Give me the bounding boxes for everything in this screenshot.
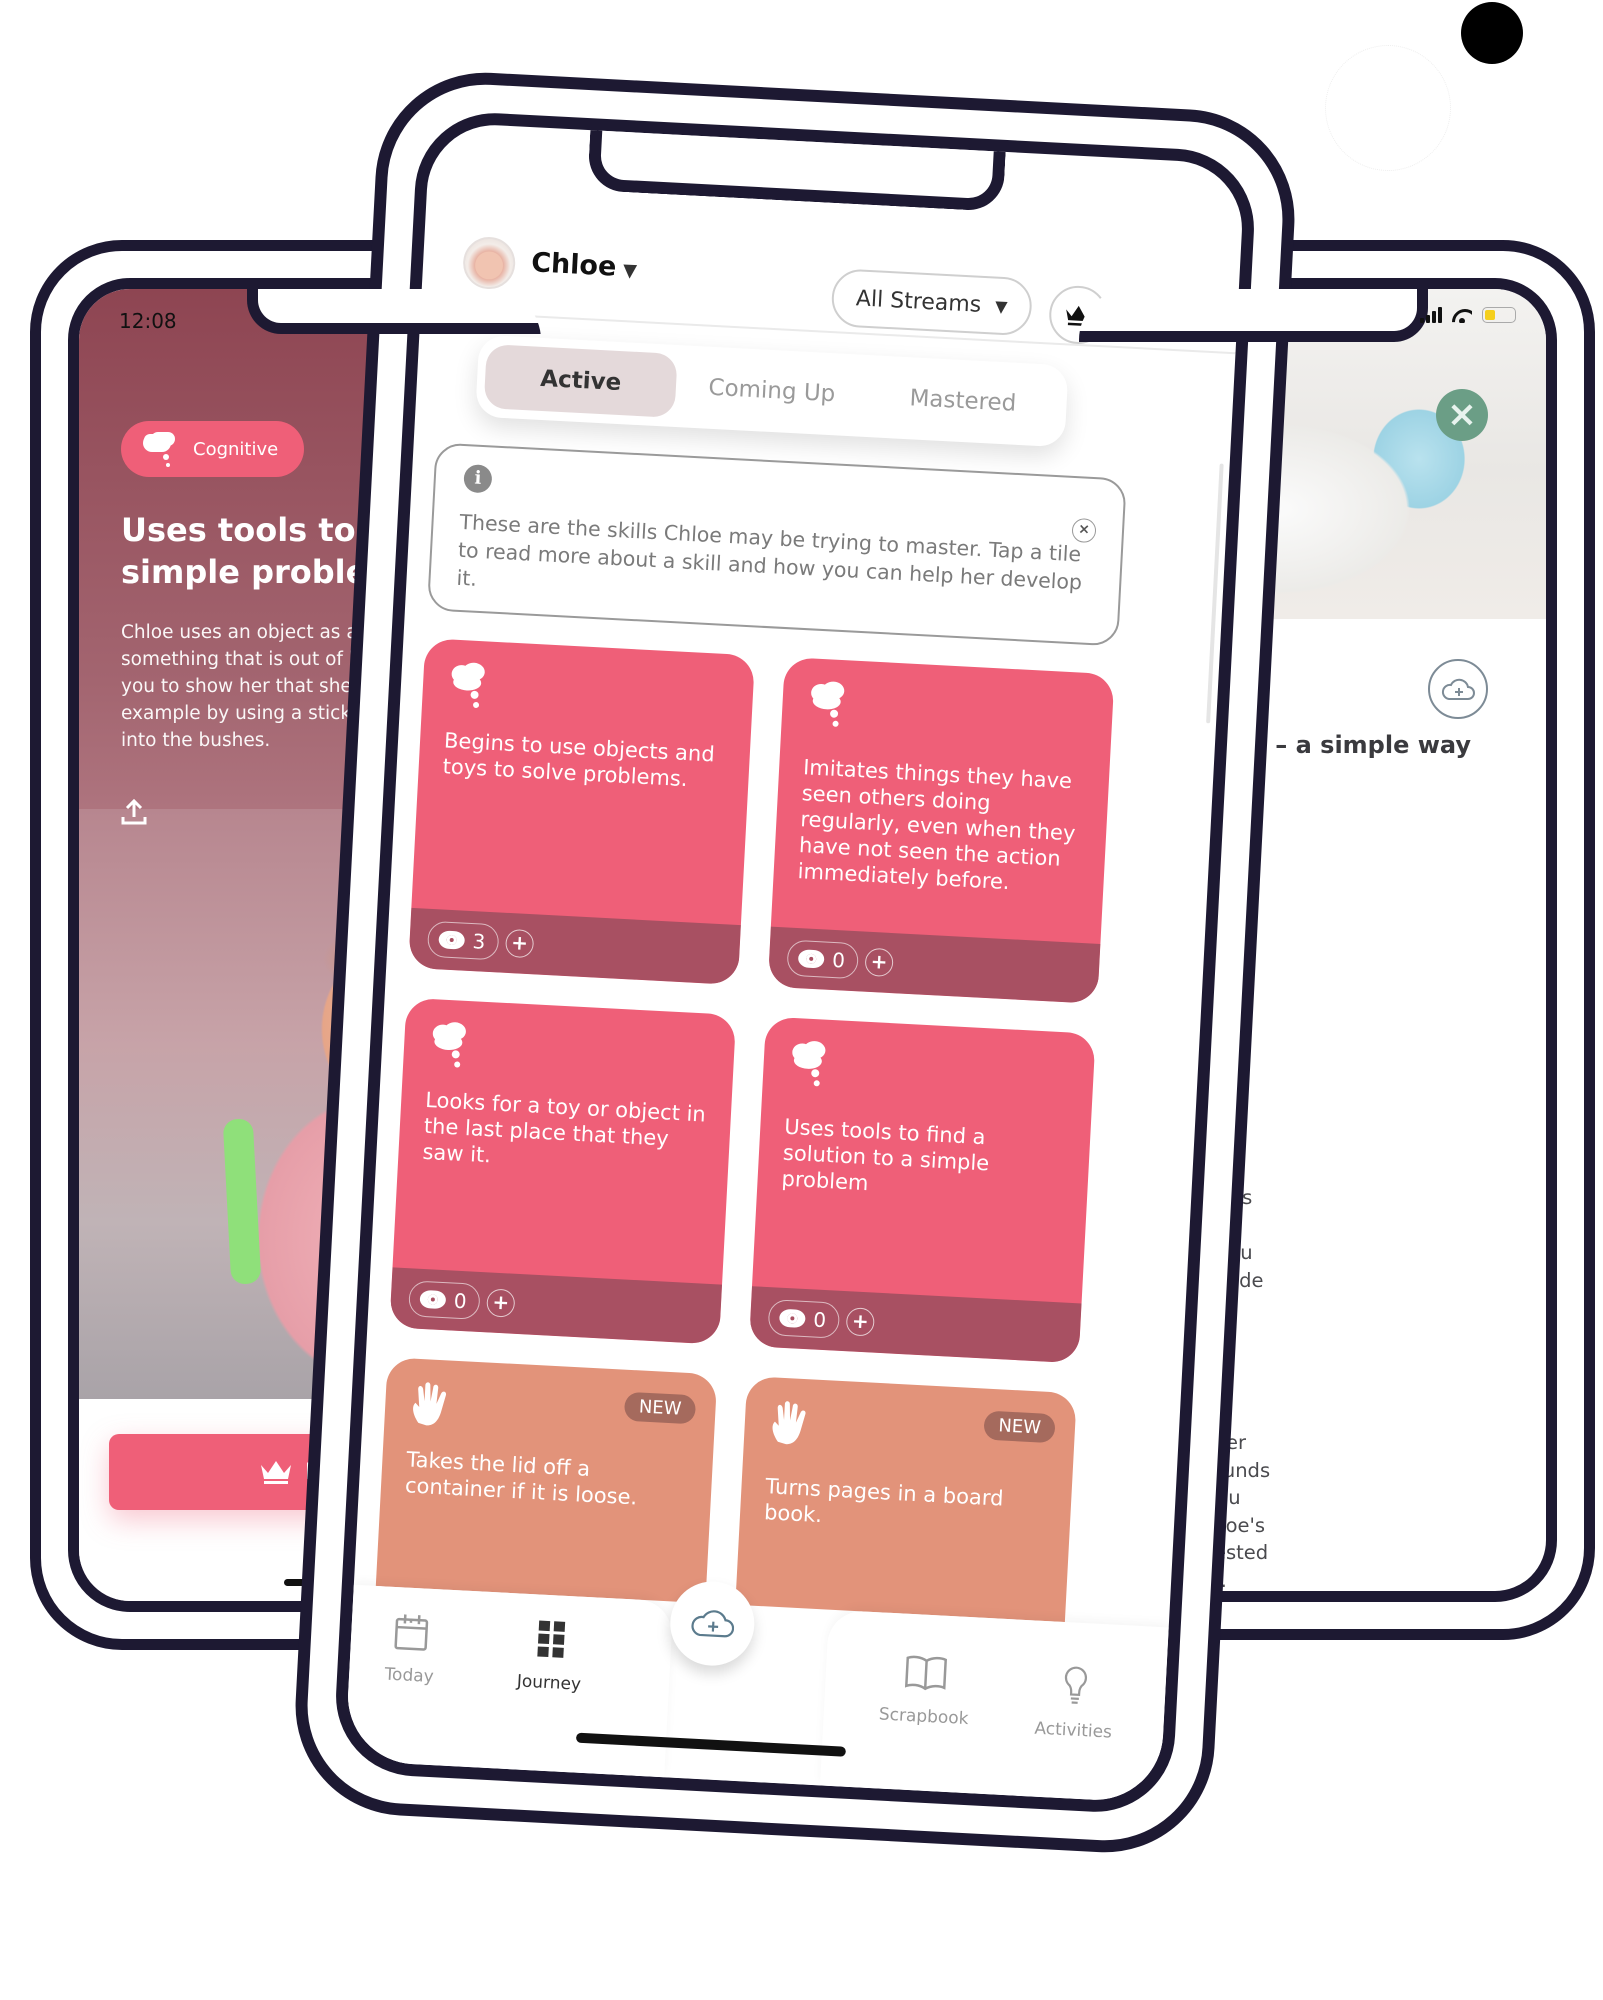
tab-mastered[interactable]: Mastered <box>866 364 1060 438</box>
eye-icon <box>778 1308 806 1329</box>
tab-today[interactable]: Today <box>349 1605 473 1689</box>
new-badge: NEW <box>983 1410 1056 1444</box>
chevron-down-icon[interactable]: ▼ <box>622 260 637 282</box>
child-avatar[interactable] <box>461 235 517 291</box>
tab-bar-right: Scrapbook Activities <box>819 1609 1169 1804</box>
add-observation-button[interactable]: + <box>845 1307 875 1337</box>
observation-count-value: 0 <box>453 1288 468 1314</box>
info-banner: i × These are the skills Chloe may be tr… <box>426 442 1127 647</box>
battery-icon <box>1482 307 1516 323</box>
chevron-down-icon: ▼ <box>994 296 1008 316</box>
close-button[interactable]: × <box>1436 389 1488 441</box>
skill-status-tabs: Active Coming Up Mastered <box>475 334 1069 448</box>
skill-card-footer: 3 + <box>408 907 741 986</box>
decorative-ring <box>1325 45 1451 171</box>
grid-icon <box>537 1620 566 1658</box>
info-icon: i <box>463 464 493 494</box>
skill-card-footer: 0 + <box>767 926 1101 1004</box>
stream-badge: Cognitive <box>121 421 305 477</box>
skill-card[interactable]: Uses tools to find a solution to a simpl… <box>748 1016 1096 1364</box>
share-icon[interactable] <box>119 797 149 827</box>
stream-filter-select[interactable]: All Streams ▼ <box>830 268 1034 337</box>
eye-icon <box>438 930 466 950</box>
hand-icon <box>413 1382 447 1426</box>
skill-card-text: Uses tools to find a solution to a simpl… <box>781 1114 990 1196</box>
scrollbar[interactable] <box>1206 463 1224 724</box>
add-memory-button[interactable] <box>1428 659 1488 719</box>
eye-icon <box>419 1289 447 1310</box>
skill-card-text: Imitates things they have seen others do… <box>797 755 1076 895</box>
tab-activities[interactable]: Activities <box>1013 1660 1137 1744</box>
skill-card-text: Takes the lid off a container if it is l… <box>404 1447 638 1510</box>
tab-scrapbook[interactable]: Scrapbook <box>863 1646 987 1730</box>
observation-count[interactable]: 3 <box>426 920 500 961</box>
hand-icon <box>772 1401 806 1445</box>
skill-card[interactable]: Imitates things they have seen others do… <box>767 657 1115 1004</box>
crown-icon <box>261 1461 291 1484</box>
observation-count[interactable]: 0 <box>786 939 859 980</box>
add-observation-button[interactable]: + <box>864 947 894 978</box>
observation-count[interactable]: 0 <box>407 1280 481 1320</box>
skill-card-text: Turns pages in a board book. <box>763 1474 1005 1528</box>
observation-count-value: 0 <box>812 1307 827 1333</box>
skill-card-text: Begins to use objects and toys to solve … <box>442 728 716 792</box>
status-bar <box>1420 307 1516 323</box>
tab-journey[interactable]: Journey <box>489 1612 613 1696</box>
status-time: 12:08 <box>119 309 177 333</box>
info-text: These are the skills Chloe may be trying… <box>456 509 1083 595</box>
skill-card[interactable]: Looks for a toy or object in the last pl… <box>389 997 737 1345</box>
tab-label: Activities <box>1033 1718 1113 1743</box>
tab-label: Today <box>384 1664 435 1688</box>
skill-cards-grid: Begins to use objects and toys to solve … <box>370 638 1124 1723</box>
child-name[interactable]: Chloe <box>530 247 617 282</box>
skill-card[interactable]: Begins to use objects and toys to solve … <box>408 638 756 986</box>
signal-icon <box>1420 307 1442 323</box>
observation-count[interactable]: 0 <box>767 1299 840 1339</box>
thought-cloud-icon <box>811 681 845 727</box>
add-observation-button[interactable]: + <box>486 1288 516 1318</box>
skill-card-footer: 0 + <box>389 1267 723 1345</box>
calendar-icon <box>394 1614 429 1651</box>
new-badge: NEW <box>624 1391 697 1425</box>
lightbulb-icon <box>1064 1666 1088 1704</box>
cloud-add-icon <box>1441 678 1475 700</box>
decorative-dot <box>1461 2 1523 64</box>
tab-coming-up[interactable]: Coming Up <box>675 354 869 428</box>
thought-cloud-icon <box>451 662 485 708</box>
observation-count-value: 3 <box>472 929 487 954</box>
stream-filter-value: All Streams <box>855 285 982 318</box>
thought-cloud-icon <box>432 1022 466 1068</box>
wifi-icon <box>1452 307 1472 323</box>
book-icon <box>904 1655 948 1691</box>
add-observation-button[interactable]: + <box>504 928 535 959</box>
cloud-add-icon <box>691 1610 735 1638</box>
skill-card-footer: 0 + <box>748 1286 1082 1364</box>
center-phone-screen: Chloe ▼ All Streams ▼ Active Coming Up M… <box>332 109 1258 1816</box>
stream-badge-label: Cognitive <box>193 438 279 460</box>
thought-cloud-icon <box>792 1041 826 1087</box>
thought-cloud-icon <box>141 432 175 466</box>
eye-icon <box>797 949 825 969</box>
skill-card-text: Looks for a toy or object in the last pl… <box>421 1087 707 1168</box>
tab-bar-left: Today Journey <box>344 1584 674 1778</box>
tab-label: Journey <box>516 1671 582 1695</box>
observation-count-value: 0 <box>831 947 846 973</box>
tab-label: Scrapbook <box>878 1704 970 1730</box>
tab-active[interactable]: Active <box>483 344 679 418</box>
